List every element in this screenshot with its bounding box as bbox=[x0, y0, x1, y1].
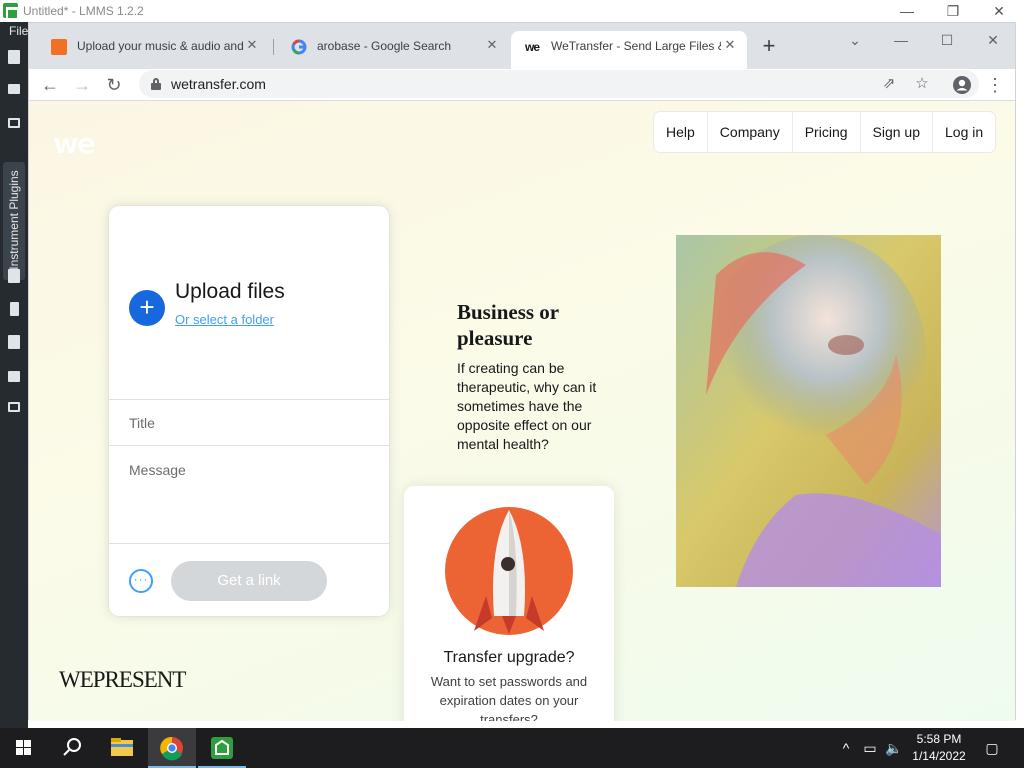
lmms-file-menu[interactable]: File bbox=[0, 24, 28, 40]
network-icon[interactable]: ▭ bbox=[860, 738, 880, 758]
title-placeholder: Title bbox=[129, 415, 155, 431]
profile-avatar-icon[interactable] bbox=[949, 72, 975, 98]
lmms-close-button[interactable]: ✕ bbox=[976, 1, 1022, 21]
wepresent-body: If creating can be therapeutic, why can … bbox=[457, 360, 597, 452]
top-navigation: Help Company Pricing Sign up Log in bbox=[654, 112, 996, 152]
new-tab-button[interactable]: + bbox=[757, 35, 781, 59]
song-editor-icon[interactable] bbox=[5, 80, 23, 98]
my-presets-icon[interactable] bbox=[5, 333, 23, 351]
lmms-sidebar: File Instrument Plugins bbox=[0, 22, 28, 728]
url-text[interactable]: wetransfer.com bbox=[171, 76, 266, 92]
my-projects-icon[interactable] bbox=[5, 267, 23, 285]
lmms-app-icon bbox=[3, 3, 19, 20]
file-explorer-icon[interactable] bbox=[98, 728, 146, 768]
lmms-restore-button[interactable]: ❐ bbox=[930, 1, 976, 21]
wepresent-logo[interactable]: WEPRESENT bbox=[59, 667, 186, 693]
tab-strip: Upload your music & audio and ✕ arobase … bbox=[29, 23, 1015, 69]
add-files-icon[interactable]: + bbox=[129, 290, 165, 326]
message-placeholder: Message bbox=[129, 462, 186, 478]
transfer-upgrade-card[interactable]: Transfer upgrade? Want to set passwords … bbox=[404, 486, 614, 721]
transfer-upgrade-title: Transfer upgrade? bbox=[443, 649, 575, 666]
tab-wetransfer[interactable]: we WeTransfer - Send Large Files & ✕ bbox=[511, 31, 747, 69]
taskbar: ^ ▭ 🔈 5:58 PM 1/14/2022 ▢ bbox=[0, 728, 1024, 768]
chrome-menu-icon[interactable]: ⋮ bbox=[982, 72, 1008, 98]
clock-time: 5:58 PM bbox=[916, 732, 962, 746]
my-home-icon[interactable] bbox=[5, 366, 23, 384]
nav-company[interactable]: Company bbox=[706, 112, 792, 152]
windows-start-icon[interactable] bbox=[0, 728, 48, 768]
lmms-window-title: Untitled* - LMMS 1.2.2 bbox=[23, 4, 144, 18]
lmms-minimize-button[interactable]: — bbox=[884, 1, 930, 21]
tab-label: Upload your music & audio and bbox=[77, 39, 244, 53]
tab-label: arobase - Google Search bbox=[317, 39, 452, 53]
lock-icon[interactable] bbox=[151, 78, 161, 90]
browser-window: Upload your music & audio and ✕ arobase … bbox=[28, 22, 1016, 721]
reload-icon[interactable]: ↻ bbox=[101, 72, 127, 98]
tab-label: WeTransfer - Send Large Files & bbox=[551, 39, 721, 53]
upload-panel: + Upload files Or select a folder Title … bbox=[109, 206, 389, 616]
title-input[interactable]: Title bbox=[109, 399, 389, 446]
more-options-icon[interactable]: ··· bbox=[129, 569, 153, 593]
lmms-titlebar: Untitled* - LMMS 1.2.2 — ❐ ✕ bbox=[0, 0, 1024, 22]
forward-arrow-icon[interactable]: → bbox=[69, 72, 95, 98]
tab-close-icon[interactable]: ✕ bbox=[721, 36, 739, 54]
upload-files-heading[interactable]: Upload files bbox=[175, 280, 285, 304]
automation-icon[interactable] bbox=[5, 114, 23, 132]
wepresent-artwork-image[interactable] bbox=[676, 235, 941, 587]
instrument-plugins-tab[interactable]: Instrument Plugins bbox=[3, 162, 25, 280]
share-icon[interactable]: ⇗ bbox=[879, 74, 899, 94]
back-arrow-icon[interactable]: ← bbox=[37, 72, 63, 98]
nav-log-in[interactable]: Log in bbox=[932, 112, 995, 152]
nav-sign-up[interactable]: Sign up bbox=[859, 112, 932, 152]
wepresent-heading[interactable]: Business or pleasure bbox=[457, 299, 617, 351]
nav-help[interactable]: Help bbox=[654, 112, 707, 152]
taskbar-clock[interactable]: 5:58 PM 1/14/2022 bbox=[900, 731, 978, 765]
chrome-close-button[interactable]: ✕ bbox=[970, 29, 1016, 51]
message-input[interactable]: Message bbox=[109, 446, 389, 544]
bookmark-star-icon[interactable]: ☆ bbox=[912, 74, 932, 94]
select-folder-link[interactable]: Or select a folder bbox=[175, 312, 274, 327]
search-icon[interactable] bbox=[48, 728, 96, 768]
lmms-taskbar-icon[interactable] bbox=[198, 728, 246, 768]
wetransfer-icon: we bbox=[525, 40, 540, 54]
tab-divider bbox=[273, 39, 274, 55]
page-viewport: we Help Company Pricing Sign up Log in +… bbox=[29, 101, 1015, 721]
clock-date: 1/14/2022 bbox=[912, 749, 966, 763]
computer-icon[interactable] bbox=[5, 399, 23, 417]
my-samples-icon[interactable] bbox=[5, 300, 23, 318]
transfer-upgrade-body: Want to set passwords and expiration dat… bbox=[430, 674, 588, 721]
tab-google-search[interactable]: arobase - Google Search ✕ bbox=[277, 31, 509, 63]
tab-search-button[interactable]: ⌄ bbox=[832, 29, 878, 51]
show-hidden-icons-icon[interactable]: ^ bbox=[836, 738, 856, 758]
chrome-maximize-button[interactable]: ☐ bbox=[924, 29, 970, 51]
google-icon bbox=[291, 39, 307, 55]
soundcloud-icon bbox=[51, 39, 67, 55]
chrome-minimize-button[interactable]: — bbox=[878, 29, 924, 51]
address-bar[interactable]: wetransfer.com ⇗ ☆ bbox=[139, 70, 979, 98]
instrument-plugins-label: Instrument Plugins bbox=[7, 170, 21, 270]
new-project-icon[interactable] bbox=[5, 48, 23, 66]
browser-toolbar: ← → ↻ wetransfer.com ⇗ ☆ ⋮ bbox=[29, 69, 1015, 101]
chrome-taskbar-icon[interactable] bbox=[148, 728, 196, 768]
notifications-icon[interactable]: ▢ bbox=[982, 738, 1002, 758]
tab-soundcloud[interactable]: Upload your music & audio and ✕ bbox=[37, 31, 269, 63]
tab-close-icon[interactable]: ✕ bbox=[483, 36, 501, 54]
get-link-button[interactable]: Get a link bbox=[171, 561, 327, 601]
nav-pricing[interactable]: Pricing bbox=[791, 112, 860, 152]
rocket-illustration bbox=[444, 506, 574, 636]
wetransfer-logo[interactable]: we bbox=[53, 127, 96, 160]
tab-close-icon[interactable]: ✕ bbox=[243, 36, 261, 54]
